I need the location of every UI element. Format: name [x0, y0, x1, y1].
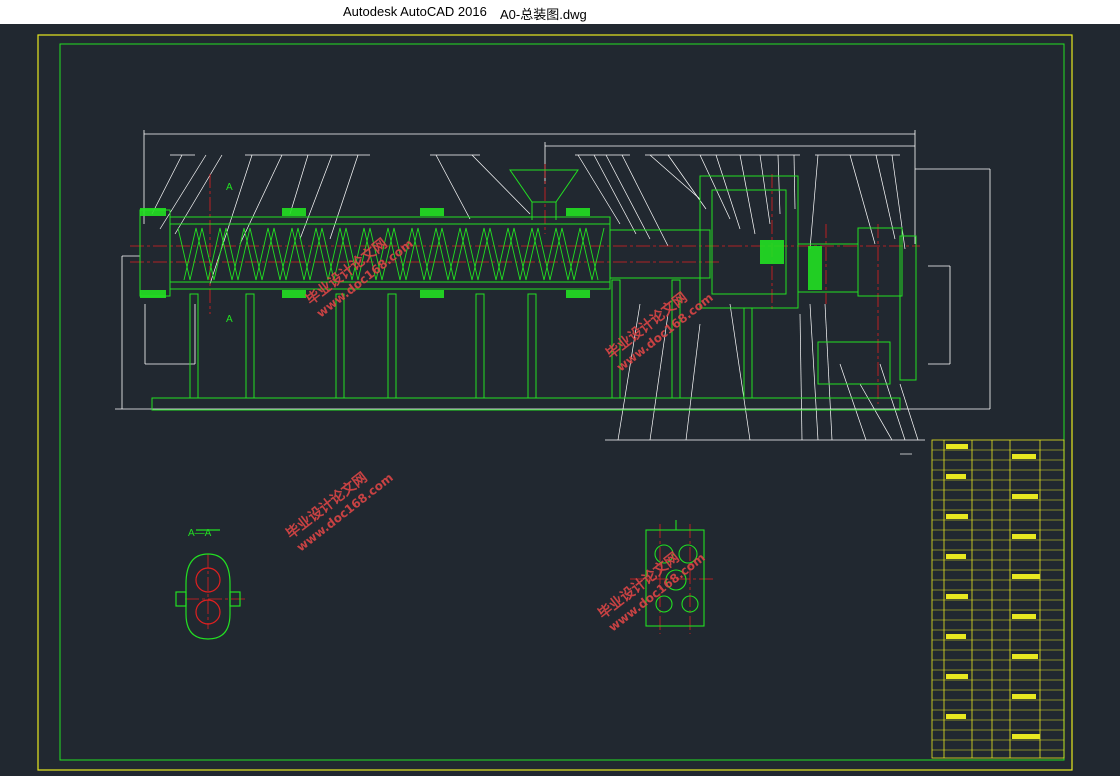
section-mark-top: A [226, 182, 233, 193]
section-mark-bottom: A [226, 314, 233, 325]
file-name: A0-总装图.dwg [500, 7, 587, 22]
parts-list-text-blocks [946, 444, 1040, 739]
outer-frame [37, 34, 1073, 771]
drawing-canvas[interactable]: A A A—A 毕业设计论文网 www.doc168.com 毕业设计论文网 w… [0, 24, 1120, 776]
leader-lines-top [151, 154, 906, 285]
inner-frame [59, 43, 1065, 761]
parts-list-rows [932, 449, 1064, 751]
barrel-flanges [140, 208, 822, 298]
title-bar: Autodesk AutoCAD 2016 A0-总装图.dwg [0, 0, 1120, 24]
app-title: Autodesk AutoCAD 2016 [343, 4, 487, 19]
section-label: A—A [188, 528, 212, 539]
drawing-svg: A A A—A [37, 34, 1073, 771]
